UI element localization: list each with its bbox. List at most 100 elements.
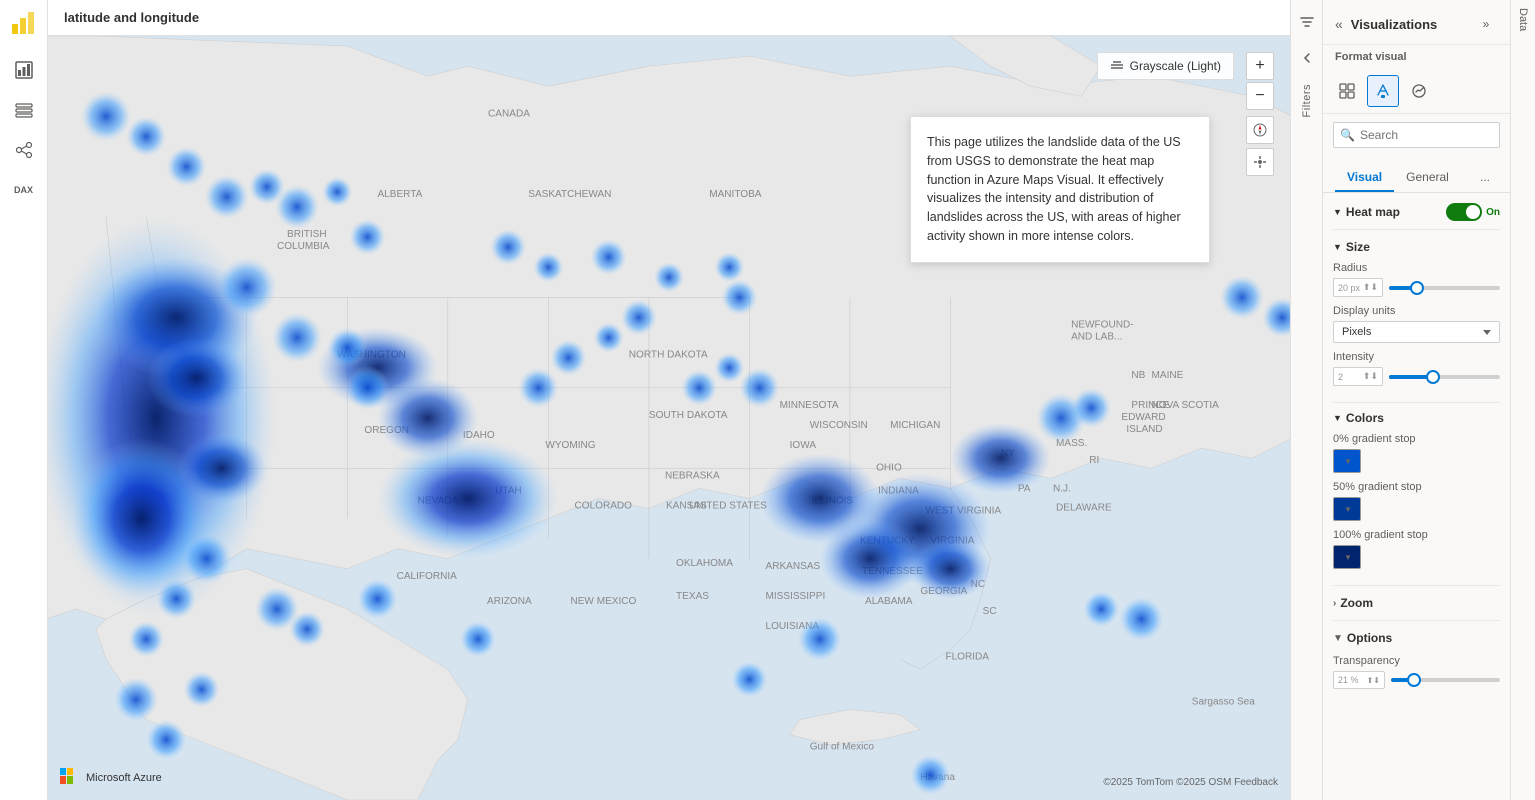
svg-text:SASKATCHEWAN: SASKATCHEWAN — [528, 189, 611, 200]
location-button[interactable] — [1246, 148, 1274, 176]
model-nav-icon[interactable] — [6, 132, 42, 168]
svg-text:OKLAHOMA: OKLAHOMA — [676, 558, 733, 569]
left-sidebar: DAX — [0, 0, 48, 800]
stop100-chevron: ▼ — [1344, 553, 1352, 562]
azure-logo-icon — [60, 768, 80, 788]
options-section-header[interactable]: ▼ Options — [1333, 625, 1500, 651]
heatmap-toggle-label: On — [1486, 207, 1500, 218]
search-icon: 🔍 — [1340, 128, 1355, 142]
display-units-select[interactable]: Pixels — [1333, 321, 1500, 343]
transparency-slider-thumb[interactable] — [1407, 673, 1421, 687]
page-title: latitude and longitude — [64, 10, 199, 25]
svg-text:MASS.: MASS. — [1056, 438, 1087, 449]
zoom-chevron-icon: › — [1333, 598, 1336, 609]
svg-text:EDWARD: EDWARD — [1121, 412, 1165, 423]
svg-text:TEXAS: TEXAS — [676, 591, 709, 602]
viz-tabs: Visual General ... — [1323, 156, 1510, 193]
svg-text:OHIO: OHIO — [876, 462, 902, 473]
size-section-header[interactable]: ▼ Size — [1333, 236, 1500, 258]
report-nav-icon[interactable] — [6, 52, 42, 88]
tab-general[interactable]: General — [1394, 164, 1461, 192]
size-section-title: ▼ Size — [1333, 240, 1370, 254]
intensity-slider-thumb[interactable] — [1426, 370, 1440, 384]
svg-text:COLORADO: COLORADO — [575, 500, 633, 511]
radius-label: Radius — [1333, 262, 1500, 274]
intensity-slider[interactable] — [1389, 375, 1500, 379]
display-units-row: Pixels — [1333, 321, 1500, 343]
stop50-swatch[interactable]: ▼ — [1333, 497, 1361, 521]
radius-slider-thumb[interactable] — [1410, 281, 1424, 295]
stop50-chevron: ▼ — [1344, 505, 1352, 514]
options-section-title: Options — [1347, 631, 1392, 645]
heatmap-toggle[interactable] — [1446, 203, 1482, 221]
transparency-slider[interactable] — [1391, 678, 1500, 682]
search-container: 🔍 — [1333, 122, 1500, 148]
expand-icon[interactable]: » — [1474, 12, 1498, 36]
title-bar: latitude and longitude — [48, 0, 1290, 36]
colors-section-title: ▼ Colors — [1333, 411, 1384, 425]
svg-text:UTAH: UTAH — [495, 485, 522, 496]
svg-text:ARKANSAS: ARKANSAS — [766, 561, 821, 572]
zoom-out-button[interactable]: − — [1246, 82, 1274, 110]
data-tab[interactable]: Data — [1510, 0, 1535, 800]
svg-text:CANADA: CANADA — [488, 108, 530, 119]
stop100-swatch[interactable]: ▼ — [1333, 545, 1361, 569]
heatmap-chevron-icon: ▼ — [1333, 207, 1342, 217]
layers-icon — [1110, 59, 1124, 73]
svg-text:IOWA: IOWA — [790, 440, 817, 451]
back-icon[interactable] — [1293, 44, 1321, 72]
stop0-label: 0% gradient stop — [1333, 433, 1500, 445]
search-input[interactable] — [1333, 122, 1500, 148]
heatmap-section-header[interactable]: ▼ Heat map On — [1333, 199, 1500, 225]
svg-text:NORTH DAKOTA: NORTH DAKOTA — [629, 350, 708, 361]
svg-text:DELAWARE: DELAWARE — [1056, 502, 1112, 513]
svg-text:IDAHO: IDAHO — [463, 430, 495, 441]
collapse-left-icon[interactable]: « — [1335, 16, 1343, 32]
grid-format-icon[interactable] — [1331, 75, 1363, 107]
svg-text:TENNESSEE: TENNESSEE — [862, 566, 923, 577]
tab-visual[interactable]: Visual — [1335, 164, 1394, 192]
svg-text:ALBERTA: ALBERTA — [377, 189, 422, 200]
paint-format-icon[interactable] — [1367, 75, 1399, 107]
map-style-badge[interactable]: Grayscale (Light) — [1097, 52, 1234, 80]
zoom-section-title: Zoom — [1340, 596, 1373, 610]
stop50-row: ▼ — [1333, 497, 1500, 521]
data-nav-icon[interactable] — [6, 92, 42, 128]
svg-text:SOUTH DAKOTA: SOUTH DAKOTA — [649, 410, 728, 421]
radius-input[interactable]: 20 px ⬆⬇ — [1333, 278, 1383, 297]
viz-header-icons: » — [1474, 12, 1498, 36]
map-container: CANADA ALBERTA SASKATCHEWAN MANITOBA NEW… — [48, 36, 1290, 800]
radius-subsection: Radius 20 px ⬆⬇ Display units Pixels Int… — [1333, 258, 1500, 398]
compass-button[interactable] — [1246, 116, 1274, 144]
svg-text:COLUMBIA: COLUMBIA — [277, 241, 330, 252]
svg-text:ILLINOIS: ILLINOIS — [812, 495, 854, 506]
svg-text:ARIZONA: ARIZONA — [487, 596, 532, 607]
transparency-input[interactable]: 21 % ⬆⬇ — [1333, 671, 1385, 689]
filters-bar: Filters — [1290, 0, 1322, 800]
analytics-format-icon[interactable] — [1403, 75, 1435, 107]
svg-text:MICHIGAN: MICHIGAN — [890, 420, 940, 431]
colors-subsection: 0% gradient stop ▼ 50% gradient stop ▼ 1… — [1333, 429, 1500, 581]
heatmap-section-title: ▼ Heat map — [1333, 205, 1400, 219]
svg-text:MISSISSIPPI: MISSISSIPPI — [766, 591, 826, 602]
svg-text:NC: NC — [971, 579, 986, 590]
tooltip-text: This page utilizes the landslide data of… — [927, 135, 1181, 243]
stop0-swatch[interactable]: ▼ — [1333, 449, 1361, 473]
azure-brand-text: Microsoft Azure — [86, 772, 162, 784]
svg-text:NEBRASKA: NEBRASKA — [665, 470, 720, 481]
zoom-in-button[interactable]: + — [1246, 52, 1274, 80]
dax-nav-icon[interactable]: DAX — [6, 172, 42, 208]
filters-expand-icon[interactable] — [1293, 8, 1321, 36]
zoom-section-header[interactable]: › Zoom — [1333, 590, 1500, 616]
svg-text:LOUISIANA: LOUISIANA — [766, 621, 820, 632]
colors-section-header[interactable]: ▼ Colors — [1333, 407, 1500, 429]
svg-text:UNITED STATES: UNITED STATES — [689, 500, 767, 511]
options-chevron-icon: ▼ — [1333, 633, 1343, 644]
radius-slider[interactable] — [1389, 286, 1500, 290]
intensity-input[interactable]: 2 ⬆⬇ — [1333, 367, 1383, 386]
azure-watermark: Microsoft Azure — [60, 768, 162, 788]
svg-text:WISCONSIN: WISCONSIN — [810, 420, 868, 431]
svg-text:BRITISH: BRITISH — [287, 229, 327, 240]
tab-more[interactable]: ... — [1472, 164, 1498, 192]
display-units-label: Display units — [1333, 305, 1500, 317]
